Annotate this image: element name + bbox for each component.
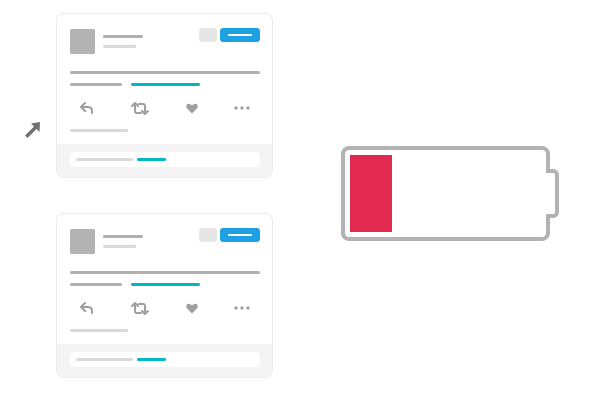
more-button[interactable] bbox=[231, 300, 253, 316]
follow-button-label-placeholder bbox=[228, 34, 252, 36]
avatar[interactable] bbox=[70, 229, 95, 254]
author-handle-placeholder bbox=[103, 45, 136, 48]
secondary-button[interactable] bbox=[199, 28, 217, 42]
reply-button[interactable] bbox=[76, 100, 98, 116]
reply-footer bbox=[57, 144, 272, 177]
tweet-text-placeholder bbox=[70, 83, 122, 86]
reply-placeholder-accent bbox=[137, 358, 166, 361]
retweet-button[interactable] bbox=[129, 300, 151, 316]
tweet-text-placeholder bbox=[70, 283, 122, 286]
reply-input[interactable] bbox=[70, 352, 260, 367]
tweet-card bbox=[56, 213, 273, 378]
avatar[interactable] bbox=[70, 29, 95, 54]
tweet-link-placeholder[interactable] bbox=[131, 83, 200, 86]
battery-level-track bbox=[350, 155, 541, 232]
retweet-icon bbox=[131, 101, 149, 115]
tweet-card bbox=[56, 13, 273, 178]
author-name-placeholder bbox=[103, 35, 143, 38]
timestamp-placeholder bbox=[70, 129, 128, 132]
heart-icon bbox=[186, 103, 198, 113]
retweet-icon bbox=[131, 301, 149, 315]
reply-placeholder-accent bbox=[137, 158, 166, 161]
more-icon bbox=[234, 106, 250, 110]
follow-button[interactable] bbox=[220, 228, 260, 242]
retweet-button[interactable] bbox=[129, 100, 151, 116]
battery-charge-fill bbox=[350, 155, 393, 232]
more-icon bbox=[234, 306, 250, 310]
follow-button[interactable] bbox=[220, 28, 260, 42]
more-button[interactable] bbox=[231, 100, 253, 116]
like-button[interactable] bbox=[181, 300, 203, 316]
battery-low-icon bbox=[341, 146, 550, 241]
timestamp-placeholder bbox=[70, 329, 128, 332]
reply-placeholder-text bbox=[76, 358, 133, 361]
reply-placeholder-text bbox=[76, 158, 133, 161]
arrow-pointer-icon bbox=[25, 122, 40, 138]
reply-button[interactable] bbox=[76, 300, 98, 316]
tweet-text-placeholder bbox=[70, 271, 260, 274]
tweet-link-placeholder[interactable] bbox=[131, 283, 200, 286]
battery-terminal bbox=[546, 169, 559, 218]
reply-input[interactable] bbox=[70, 152, 260, 167]
follow-button-label-placeholder bbox=[228, 234, 252, 236]
author-handle-placeholder bbox=[103, 245, 136, 248]
reply-footer bbox=[57, 344, 272, 377]
tweet-text-placeholder bbox=[70, 71, 260, 74]
heart-icon bbox=[186, 303, 198, 313]
reply-icon bbox=[80, 102, 93, 114]
reply-icon bbox=[80, 302, 93, 314]
author-name-placeholder bbox=[103, 235, 143, 238]
secondary-button[interactable] bbox=[199, 228, 217, 242]
like-button[interactable] bbox=[181, 100, 203, 116]
